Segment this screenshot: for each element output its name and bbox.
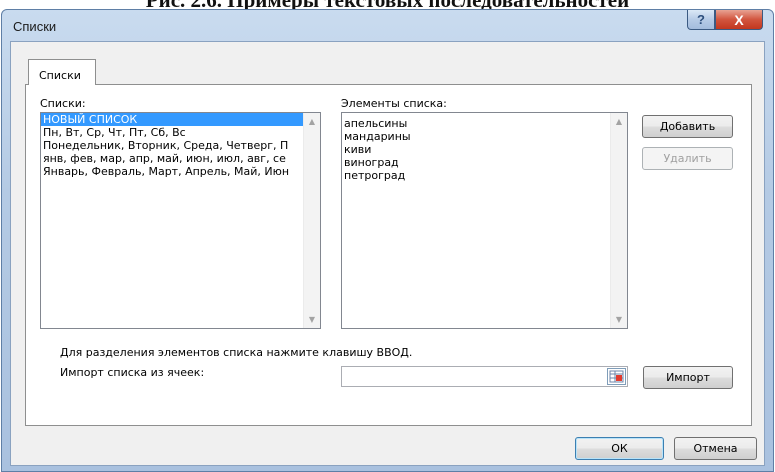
scroll-down-arrow-icon[interactable]: ▼ [611, 311, 627, 328]
list-item[interactable]: Понедельник, Вторник, Среда, Четверг, П [41, 139, 320, 152]
lists-listbox[interactable]: НОВЫЙ СПИСОК Пн, Вт, Ср, Чт, Пт, Сб, Вс По… [40, 112, 321, 329]
import-range-input[interactable] [341, 366, 628, 387]
range-picker-icon[interactable] [607, 368, 626, 385]
import-button[interactable]: Импорт [643, 366, 733, 389]
list-item[interactable]: янв, фев, мар, апр, май, июн, июл, авг, … [41, 152, 320, 165]
list-item[interactable]: апельсины [342, 117, 627, 130]
elements-listbox[interactable]: апельсины мандарины киви виноград петроград … [341, 112, 628, 329]
list-item[interactable]: виноград [342, 156, 627, 169]
add-button[interactable]: Добавить [642, 115, 733, 138]
delete-button[interactable]: Удалить [642, 147, 733, 170]
list-item[interactable]: петроград [342, 169, 627, 182]
dialog-client-area: Списки Списки: НОВЫЙ СПИСОК Пн, Вт, Ср, Ч… [10, 41, 765, 466]
help-icon: ? [697, 12, 705, 27]
close-icon: X [734, 11, 744, 28]
list-item[interactable]: киви [342, 143, 627, 156]
scroll-down-arrow-icon[interactable]: ▼ [304, 311, 320, 328]
list-item[interactable]: мандарины [342, 130, 627, 143]
list-item[interactable]: Пн, Вт, Ср, Чт, Пт, Сб, Вс [41, 126, 320, 139]
lists-scrollbar[interactable]: ▲ ▼ [303, 113, 320, 328]
elements-scrollbar[interactable]: ▲ ▼ [610, 113, 627, 328]
hint-text: Для разделения элементов списка нажмите … [60, 346, 413, 359]
ok-button[interactable]: ОК [575, 437, 664, 460]
tab-lists[interactable]: Списки [28, 59, 96, 85]
cancel-button[interactable]: Отмена [674, 437, 757, 460]
dialog-title: Списки [13, 19, 57, 34]
lists-label: Списки: [40, 97, 86, 110]
close-button[interactable]: X [715, 10, 763, 30]
title-bar: Списки ? X [2, 10, 773, 41]
lists-dialog: Списки ? X Списки Списки: НОВЫЙ СПИСОК Пн… [1, 9, 774, 472]
scroll-up-arrow-icon[interactable]: ▲ [304, 113, 320, 130]
tab-panel: Списки: НОВЫЙ СПИСОК Пн, Вт, Ср, Чт, Пт, … [25, 84, 752, 426]
list-item[interactable]: Январь, Февраль, Март, Апрель, Май, Июн [41, 165, 320, 178]
list-item[interactable]: НОВЫЙ СПИСОК [41, 113, 320, 126]
scroll-up-arrow-icon[interactable]: ▲ [611, 113, 627, 130]
elements-label: Элементы списка: [341, 97, 447, 110]
help-button[interactable]: ? [687, 10, 715, 30]
import-label: Импорт списка из ячеек: [60, 366, 205, 379]
